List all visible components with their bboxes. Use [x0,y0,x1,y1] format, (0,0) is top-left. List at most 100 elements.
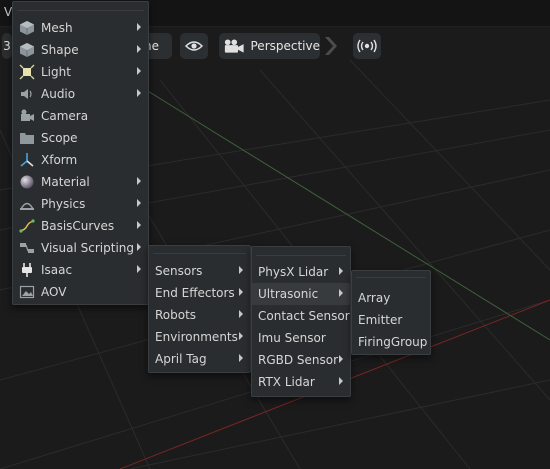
menu-item-april-tag[interactable]: April Tag [149,348,250,370]
cube-icon [19,20,35,36]
sensors-button[interactable] [353,33,381,59]
menu-item-label: FiringGroup [358,335,428,349]
menu-grip [356,277,426,283]
sphere-icon [19,174,35,190]
submenu-arrow-icon [137,177,141,185]
menu-item-label: Light [41,65,71,79]
menu-item-audio[interactable]: Audio [13,83,148,105]
submenu-arrow-icon [239,266,243,274]
speaker-icon [19,86,35,102]
menu-item-label: Xform [41,153,78,167]
menu-item-basiscurves[interactable]: BasisCurves [13,215,148,237]
menu-item-light[interactable]: Light [13,61,148,83]
menu-item-label: Camera [41,109,89,123]
menu-item-label: Array [358,291,391,305]
menu-grip [17,10,144,16]
submenu-arrow-icon [137,89,141,97]
menu-item-label: RGBD Sensor [258,353,339,367]
menu-item-isaac[interactable]: Isaac [13,259,148,281]
menu-item-end-effectors[interactable]: End Effectors [149,282,250,304]
menu-item-label: Material [41,175,90,189]
menu-item-robots[interactable]: Robots [149,304,250,326]
submenu-arrow-icon [137,199,141,207]
ultrasonic-submenu: Array Emitter FiringGroup [351,270,431,355]
menu-item-rtx-lidar[interactable]: RTX Lidar [252,371,350,393]
camera-icon [19,108,35,124]
menu-item-label: Sensors [155,264,203,278]
submenu-arrow-icon [339,267,343,275]
menu-item-label: Environments [155,330,238,344]
menu-item-array[interactable]: Array [352,287,430,309]
menu-item-shape[interactable]: Shape [13,39,148,61]
submenu-arrow-icon [239,288,243,296]
submenu-arrow-icon [339,377,343,385]
submenu-arrow-icon [137,243,141,251]
graph-icon [19,240,35,256]
axes-icon [19,152,35,168]
render-settings-label: 3 [3,39,11,53]
menu-item-ultrasonic[interactable]: Ultrasonic [252,283,350,305]
menu-item-label: RTX Lidar [258,375,315,389]
submenu-arrow-icon [137,265,141,273]
menu-item-label: April Tag [155,352,207,366]
menu-item-scope[interactable]: Scope [13,127,148,149]
broadcast-icon [357,39,377,53]
menu-item-label: Shape [41,43,79,57]
cube-icon [19,42,35,58]
menu-item-label: Scope [41,131,78,145]
submenu-arrow-icon [137,221,141,229]
menu-item-label: Audio [41,87,76,101]
menu-item-label: Physics [41,197,86,211]
submenu-arrow-icon [137,67,141,75]
menu-item-label: PhysX Lidar [258,265,329,279]
camera-button[interactable]: Perspective [219,33,320,59]
physics-icon [19,196,35,212]
menu-item-label: Mesh [41,21,73,35]
menu-item-label: AOV [41,285,67,299]
submenu-arrow-icon [339,355,343,363]
menu-item-mesh[interactable]: Mesh [13,17,148,39]
menu-item-camera[interactable]: Camera [13,105,148,127]
menu-item-sensors[interactable]: Sensors [149,260,250,282]
eye-icon [185,41,203,51]
camera-icon [224,39,244,53]
menu-item-environments[interactable]: Environments [149,326,250,348]
create-menu: Mesh Shape Light Audio Camera Scope Xform Mater… [12,1,149,305]
submenu-arrow-icon [239,354,243,362]
menu-item-firinggroup[interactable]: FiringGroup [352,331,430,353]
menu-item-label: Visual Scripting [41,241,134,255]
menu-item-label: Contact Sensor [258,309,350,323]
menu-item-label: BasisCurves [41,219,115,233]
light-icon [19,64,35,80]
menu-item-label: Imu Sensor [258,331,326,345]
isaac-submenu: Sensors End Effectors Robots Environments Ap… [148,245,251,373]
folder-icon [19,130,35,146]
menu-item-emitter[interactable]: Emitter [352,309,430,331]
sensors-submenu: PhysX Lidar Ultrasonic Contact Sensor Imu S… [251,246,351,397]
chevron-right-icon[interactable] [323,35,341,57]
menu-item-material[interactable]: Material [13,171,148,193]
menu-item-label: End Effectors [155,286,235,300]
submenu-arrow-icon [339,289,343,297]
menu-item-physics[interactable]: Physics [13,193,148,215]
menu-item-contact-sensor[interactable]: Contact Sensor [252,305,350,327]
menu-item-xform[interactable]: Xform [13,149,148,171]
menu-item-physx-lidar[interactable]: PhysX Lidar [252,261,350,283]
image-icon [19,284,35,300]
menu-item-rgbd-sensor[interactable]: RGBD Sensor [252,349,350,371]
curve-icon [19,218,35,234]
menu-item-visual-scripting[interactable]: Visual Scripting [13,237,148,259]
render-settings-button[interactable]: 3 [2,33,12,59]
menu-item-label: Isaac [41,263,73,277]
submenu-arrow-icon [137,23,141,31]
menu-item-label: Emitter [358,313,403,327]
menu-item-aov[interactable]: AOV [13,281,148,303]
menu-item-label: Robots [155,308,197,322]
plug-icon [19,262,35,278]
menu-grip [153,253,246,259]
visibility-button[interactable] [180,33,208,59]
submenu-arrow-icon [137,45,141,53]
submenu-arrow-icon [239,332,243,340]
menubar-title[interactable]: V [4,5,12,19]
menu-item-imu-sensor[interactable]: Imu Sensor [252,327,350,349]
